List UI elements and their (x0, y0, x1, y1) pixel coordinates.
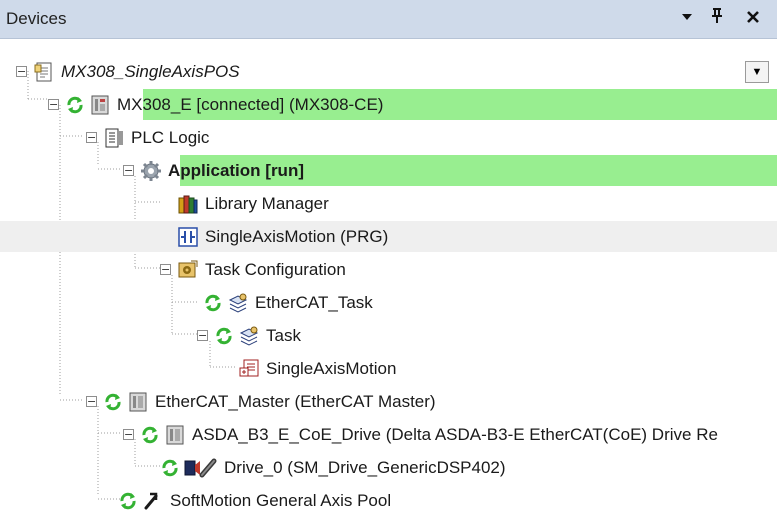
tree-row-single-axis-motion-prg[interactable]: SingleAxisMotion (PRG) (0, 220, 777, 253)
tree-row-task[interactable]: − Task (0, 319, 777, 352)
device-tree: − MX308_SingleAxisPOS ▼ − MX308_E [conne… (0, 38, 777, 523)
hover-highlight (0, 221, 777, 252)
fieldbus-device-icon (127, 391, 149, 413)
tree-label-single-axis-motion: SingleAxisMotion (266, 358, 397, 378)
collapse-toggle[interactable]: − (86, 396, 97, 407)
axis-motor-icon (184, 457, 218, 479)
tree-label-task: Task (266, 325, 301, 345)
tree-label-asda-drive: ASDA_B3_E_CoE_Drive (Delta ASDA-B3-E Eth… (192, 424, 718, 444)
sync-status-icon (160, 458, 180, 478)
collapse-toggle[interactable]: − (16, 66, 27, 77)
tree-label-task-configuration: Task Configuration (205, 259, 346, 279)
tree-label-device: MX308_E [connected] (MX308-CE) (117, 94, 384, 114)
tree-label-ethercat-task: EtherCAT_Task (255, 292, 373, 312)
chevron-down-icon[interactable] (674, 6, 700, 32)
tree-row-ethercat-master[interactable]: − EtherCAT_Master (EtherCAT Master) (0, 385, 777, 418)
sync-status-icon (140, 425, 160, 445)
tree-label-axis-pool: SoftMotion General Axis Pool (170, 490, 392, 510)
tree-row-application[interactable]: − Application [run] (0, 154, 777, 187)
sync-status-icon (203, 293, 223, 313)
collapse-toggle[interactable]: − (160, 264, 171, 275)
axis-pool-icon (142, 490, 164, 512)
collapse-toggle[interactable]: − (86, 132, 97, 143)
sync-status-icon (118, 491, 138, 511)
program-icon (177, 226, 199, 248)
program-call-icon (238, 358, 260, 380)
tree-row-ethercat-task[interactable]: EtherCAT_Task (0, 286, 777, 319)
sync-status-icon (103, 392, 123, 412)
tree-label-plc-logic: PLC Logic (131, 127, 210, 147)
collapse-toggle[interactable]: − (48, 99, 59, 110)
tree-row-library-manager[interactable]: Library Manager (0, 187, 777, 220)
task-stack-icon (238, 325, 260, 347)
tree-row-plc-logic[interactable]: − PLC Logic (0, 121, 777, 154)
plc-device-icon (89, 94, 111, 116)
tree-row-drive-0[interactable]: Drive_0 (SM_Drive_GenericDSP402) (0, 451, 777, 484)
tree-label-library-manager: Library Manager (205, 193, 329, 213)
collapse-toggle[interactable]: − (123, 165, 134, 176)
tree-label-ethercat-master: EtherCAT_Master (EtherCAT Master) (155, 391, 436, 411)
sync-status-icon (214, 326, 234, 346)
tree-row-task-configuration[interactable]: − Task Configuration (0, 253, 777, 286)
collapse-toggle[interactable]: − (197, 330, 208, 341)
devices-panel-header: Devices (0, 0, 777, 39)
pin-icon[interactable] (704, 6, 730, 32)
gear-icon (140, 160, 162, 182)
tree-row-axis-pool[interactable]: SoftMotion General Axis Pool (0, 484, 777, 517)
sync-status-icon (65, 95, 85, 115)
close-icon[interactable] (740, 6, 766, 32)
tree-row-asda-drive[interactable]: − ASDA_B3_E_CoE_Drive (Delta ASDA-B3-E E… (0, 418, 777, 451)
plc-logic-icon (103, 127, 125, 149)
tree-row-device[interactable]: − MX308_E [connected] (MX308-CE) (0, 88, 777, 121)
tree-label-project: MX308_SingleAxisPOS (61, 61, 240, 81)
tree-row-single-axis-motion[interactable]: SingleAxisMotion (0, 352, 777, 385)
tree-label-application: Application [run] (168, 160, 304, 180)
tree-row-project[interactable]: − MX308_SingleAxisPOS ▼ (0, 55, 777, 88)
project-dropdown-button[interactable]: ▼ (745, 61, 769, 83)
tree-label-single-axis-motion-prg: SingleAxisMotion (PRG) (205, 226, 389, 246)
tree-label-drive-0: Drive_0 (SM_Drive_GenericDSP402) (224, 457, 506, 477)
servo-drive-icon (164, 424, 186, 446)
task-configuration-icon (177, 259, 199, 281)
project-file-icon (33, 61, 55, 83)
task-stack-icon (227, 292, 249, 314)
collapse-toggle[interactable]: − (123, 429, 134, 440)
books-icon (177, 193, 199, 215)
panel-title: Devices (6, 9, 67, 28)
